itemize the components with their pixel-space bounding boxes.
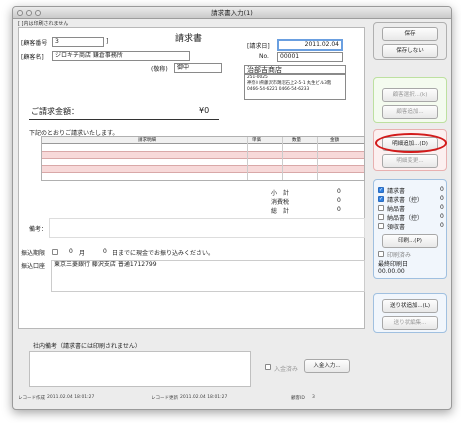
- deadline-text: 日までに現金でお振り込みください。: [112, 250, 215, 257]
- no-label: No.: [259, 53, 269, 60]
- table-row[interactable]: [42, 173, 364, 180]
- date-field[interactable]: 2011.02.04: [277, 39, 343, 51]
- print-check-delivery-copy[interactable]: [378, 214, 384, 220]
- tax-value: 0: [337, 197, 341, 204]
- print-count-receipt: 0: [440, 222, 444, 229]
- table-row[interactable]: [42, 159, 364, 166]
- window-controls: [17, 10, 41, 16]
- print-label-receipt: 領収書: [387, 224, 406, 231]
- table-header: 請求明細 単価 数量 金額: [42, 137, 364, 144]
- updated-value: 2011.02.04 18:01:27: [180, 395, 228, 400]
- highlight-circle: [375, 133, 447, 153]
- internal-note-field[interactable]: [29, 351, 251, 387]
- total-value: 0: [337, 206, 341, 213]
- remarks-label: 備考：: [29, 226, 48, 233]
- created-label: レコード作成: [18, 396, 45, 401]
- print-check-invoice-copy[interactable]: [378, 196, 384, 202]
- paid-checkbox[interactable]: [265, 364, 271, 370]
- print-check-receipt[interactable]: [378, 223, 384, 229]
- bank-label: 振込口座: [21, 263, 46, 270]
- print-button[interactable]: 印刷...(P): [382, 234, 438, 248]
- customer-add-button[interactable]: 顧客追加...: [382, 105, 438, 119]
- nosave-button[interactable]: 保存しない: [382, 44, 438, 58]
- customer-select-button[interactable]: 顧客選択...(k): [382, 88, 438, 102]
- col-divider: [317, 137, 318, 180]
- doc-title: 請求書: [175, 34, 203, 44]
- minimize-button[interactable]: [26, 10, 32, 16]
- client-no-field[interactable]: 3: [52, 37, 104, 47]
- honorific-field[interactable]: 御中: [174, 63, 222, 73]
- col-divider: [282, 137, 283, 180]
- detail-table: 請求明細 単価 数量 金額: [41, 136, 365, 181]
- col-header-price: 単価: [252, 138, 261, 143]
- print-check-invoice[interactable]: [378, 187, 384, 193]
- honorific-label: (敬称): [151, 66, 168, 73]
- col-header-item: 請求明細: [138, 138, 156, 143]
- print-label-delivery: 納品書: [387, 206, 406, 213]
- table-row[interactable]: [42, 152, 364, 159]
- subtotal-label: 小 計: [271, 190, 290, 197]
- save-button[interactable]: 保存: [382, 27, 438, 41]
- print-count-delivery: 0: [440, 204, 444, 211]
- deadline-label: 振込期限: [21, 250, 46, 257]
- col-divider: [247, 137, 248, 180]
- amount-value: ¥0: [199, 106, 210, 115]
- amount-label: ご請求金額：: [31, 107, 79, 116]
- paid-label: 入金済み: [274, 366, 299, 373]
- internal-note-label: 社内備考（請求書には印刷されません）: [33, 343, 141, 350]
- payment-input-button[interactable]: 入金入力...: [304, 359, 350, 373]
- printed-checkbox[interactable]: [378, 251, 384, 257]
- print-label-invoice: 請求書: [387, 188, 406, 195]
- remarks-field[interactable]: [49, 218, 365, 238]
- shipping-panel: 送り状追加...(L) 送り状編集...: [373, 293, 447, 333]
- record-id-value: 3: [312, 395, 315, 400]
- zoom-button[interactable]: [35, 10, 41, 16]
- deadline-month-label: 月: [79, 250, 86, 257]
- company-name-field[interactable]: 治部吉商店: [244, 65, 346, 74]
- table-row[interactable]: [42, 166, 364, 173]
- deadline-day-value[interactable]: 0: [103, 248, 107, 255]
- print-count-invoice-copy: 0: [440, 195, 444, 202]
- print-count-invoice: 0: [440, 186, 444, 193]
- title-bar: 請求書入力(1): [13, 7, 451, 19]
- amount-underline: [29, 119, 219, 120]
- print-label-delivery-copy: 納品書（控）: [387, 215, 424, 222]
- deadline-month-value[interactable]: 0: [69, 248, 73, 255]
- col-header-qty: 数量: [292, 138, 301, 143]
- table-row[interactable]: [42, 145, 364, 152]
- print-check-delivery[interactable]: [378, 205, 384, 211]
- col-header-amount: 金額: [330, 138, 339, 143]
- client-no-label: [顧客番号: [21, 40, 48, 47]
- date-label: [請求日]: [247, 43, 270, 50]
- invoice-number-field[interactable]: 00001: [277, 52, 343, 62]
- printed-label: 印刷済み: [387, 252, 412, 259]
- tax-label: 消費税: [271, 199, 290, 206]
- record-id-label: 顧客ID: [291, 396, 305, 401]
- detail-change-button[interactable]: 明細変更...: [382, 154, 438, 168]
- ship-add-button[interactable]: 送り状追加...(L): [382, 299, 438, 313]
- created-value: 2011.02.04 18:01:27: [47, 395, 95, 400]
- print-count-delivery-copy: 0: [440, 213, 444, 220]
- bank-field[interactable]: 東京三菱銀行 藤沢支店 普通1712799: [51, 260, 365, 292]
- print-label-invoice-copy: 請求書（控）: [387, 197, 424, 204]
- invoice-window: 請求書入力(1) [ ]内は印刷されません 請求書 [顧客番号 3 ] [顧客名…: [12, 6, 452, 410]
- save-panel: 保存 保存しない: [373, 22, 447, 60]
- customer-panel: 顧客選択...(k) 顧客追加...: [373, 77, 447, 123]
- company-address-field[interactable]: 251-0025 神奈川県藤沢市鵠沼石上2-5-1 丸生ビル3階 0466-54…: [244, 74, 346, 100]
- deadline-checkbox[interactable]: [52, 249, 58, 255]
- window-title: 請求書入力(1): [211, 9, 253, 17]
- client-name-label: [顧客名]: [21, 54, 44, 61]
- invoice-paper: 請求書 [顧客番号 3 ] [顧客名] ジロキチ商店 鎌倉事務所 (敬称) 御中…: [18, 27, 365, 329]
- print-panel: 請求書 0 請求書（控） 0 納品書 0 納品書（控） 0 領収書 0 印刷..…: [373, 179, 447, 279]
- subtotal-value: 0: [337, 188, 341, 195]
- close-button[interactable]: [17, 10, 23, 16]
- updated-label: レコード更新: [151, 396, 178, 401]
- client-name-field[interactable]: ジロキチ商店 鎌倉事務所: [52, 51, 190, 61]
- ship-edit-button[interactable]: 送り状編集...: [382, 316, 438, 330]
- client-no-bracket: ]: [106, 38, 109, 45]
- total-label: 総 計: [271, 208, 290, 215]
- last-print-value: 00.00.00: [378, 268, 405, 275]
- last-print-label: 最終印刷日: [378, 261, 409, 268]
- header-note: [ ]内は印刷されません: [18, 21, 69, 27]
